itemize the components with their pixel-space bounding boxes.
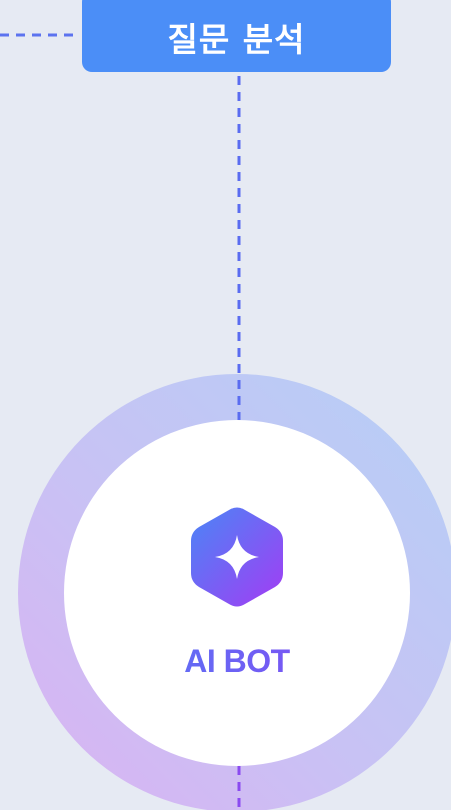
sparkle-hexagon-icon: [191, 507, 283, 607]
ai-bot-label: AI BOT: [64, 643, 410, 679]
badge-label: 질문 분석: [167, 20, 306, 59]
question-analysis-badge[interactable]: 질문 분석: [82, 0, 391, 72]
